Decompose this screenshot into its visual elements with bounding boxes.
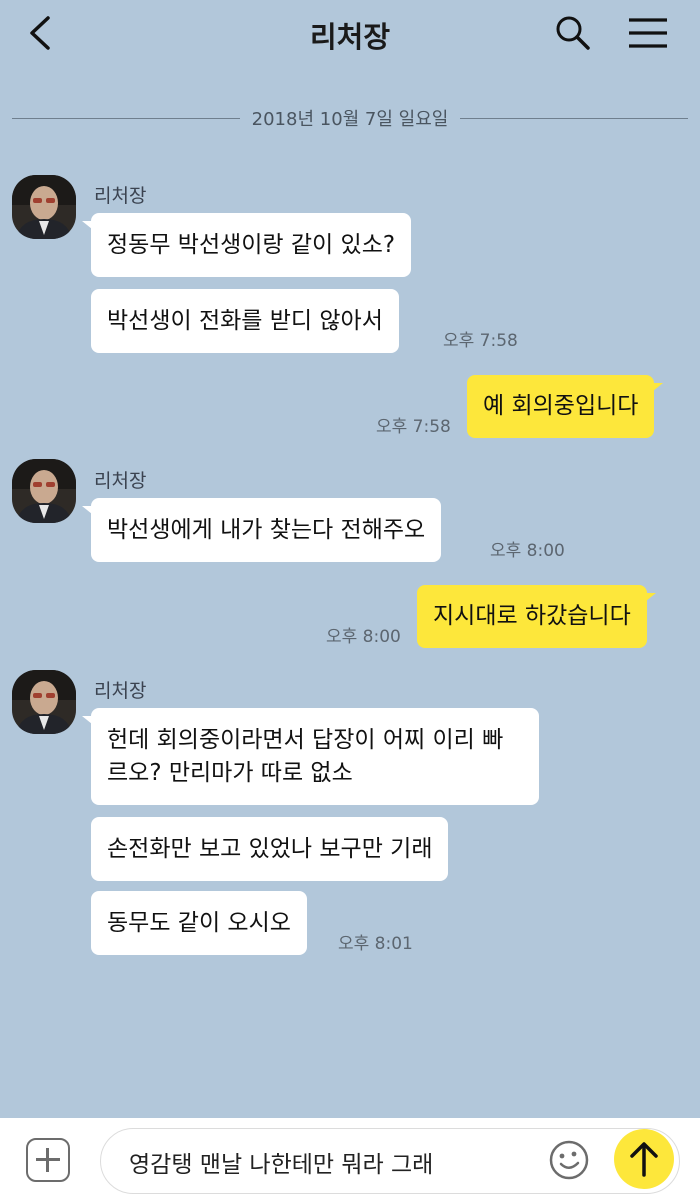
date-label: 2018년 10월 7일 일요일	[251, 109, 449, 130]
search-button[interactable]	[552, 12, 594, 54]
send-button[interactable]	[614, 1129, 674, 1189]
divider-line	[12, 117, 240, 119]
date-divider: 2018년 10월 7일 일요일	[12, 104, 689, 132]
message-time: 오후 8:01	[338, 934, 413, 954]
my-message-bubble[interactable]: 예 회의중입니다	[467, 375, 664, 438]
message-time: 오후 7:58	[443, 331, 518, 351]
message-time: 오후 8:00	[326, 627, 401, 647]
attach-plus-button[interactable]	[26, 1138, 70, 1182]
sender-name: 리처장	[94, 470, 147, 492]
divider-line	[460, 117, 689, 119]
message-bubble[interactable]: 박선생에게 내가 찾는다 전해주오	[81, 498, 442, 562]
avatar-icon	[12, 459, 76, 523]
hamburger-menu-icon	[629, 18, 667, 48]
menu-button[interactable]	[626, 14, 670, 52]
avatar[interactable]	[12, 175, 76, 239]
sender-name: 리처장	[94, 680, 147, 702]
avatar[interactable]	[12, 670, 76, 734]
message-bubble[interactable]: 헌데 회의중이라면서 답장이 어찌 이리 빠르오? 만리마가 따로 없소	[82, 708, 539, 805]
chat-title: 리처장	[309, 20, 391, 54]
message-bubble[interactable]: 손전화만 보고 있었나 보구만 기래	[91, 817, 449, 881]
search-icon	[556, 16, 590, 50]
chevron-left-icon	[30, 16, 50, 50]
message-input-text: 영감탱 맨날 나한테만 뭐라 그래	[129, 1152, 434, 1178]
back-button[interactable]	[22, 12, 62, 54]
avatar-icon	[12, 670, 76, 734]
input-bar: 영감탱 맨날 나한테만 뭐라 그래	[0, 1118, 700, 1200]
emoji-icon	[549, 1140, 589, 1180]
message-input[interactable]: 영감탱 맨날 나한테만 뭐라 그래	[100, 1128, 680, 1194]
message-bubble[interactable]: 박선생이 전화를 받디 않아서	[91, 289, 399, 353]
message-time: 오후 8:00	[490, 541, 565, 561]
my-message-bubble[interactable]: 지시대로 하갔습니다	[417, 585, 656, 648]
avatar-icon	[12, 175, 76, 239]
message-bubble[interactable]: 동무도 같이 오시오	[91, 891, 307, 955]
chat-header: 리처장	[0, 0, 700, 76]
avatar[interactable]	[12, 459, 76, 523]
message-time: 오후 7:58	[376, 417, 451, 437]
emoji-button[interactable]	[548, 1139, 590, 1181]
message-bubble[interactable]: 정동무 박선생이랑 같이 있소?	[81, 213, 412, 277]
arrow-up-icon	[630, 1142, 658, 1177]
sender-name: 리처장	[94, 185, 147, 207]
